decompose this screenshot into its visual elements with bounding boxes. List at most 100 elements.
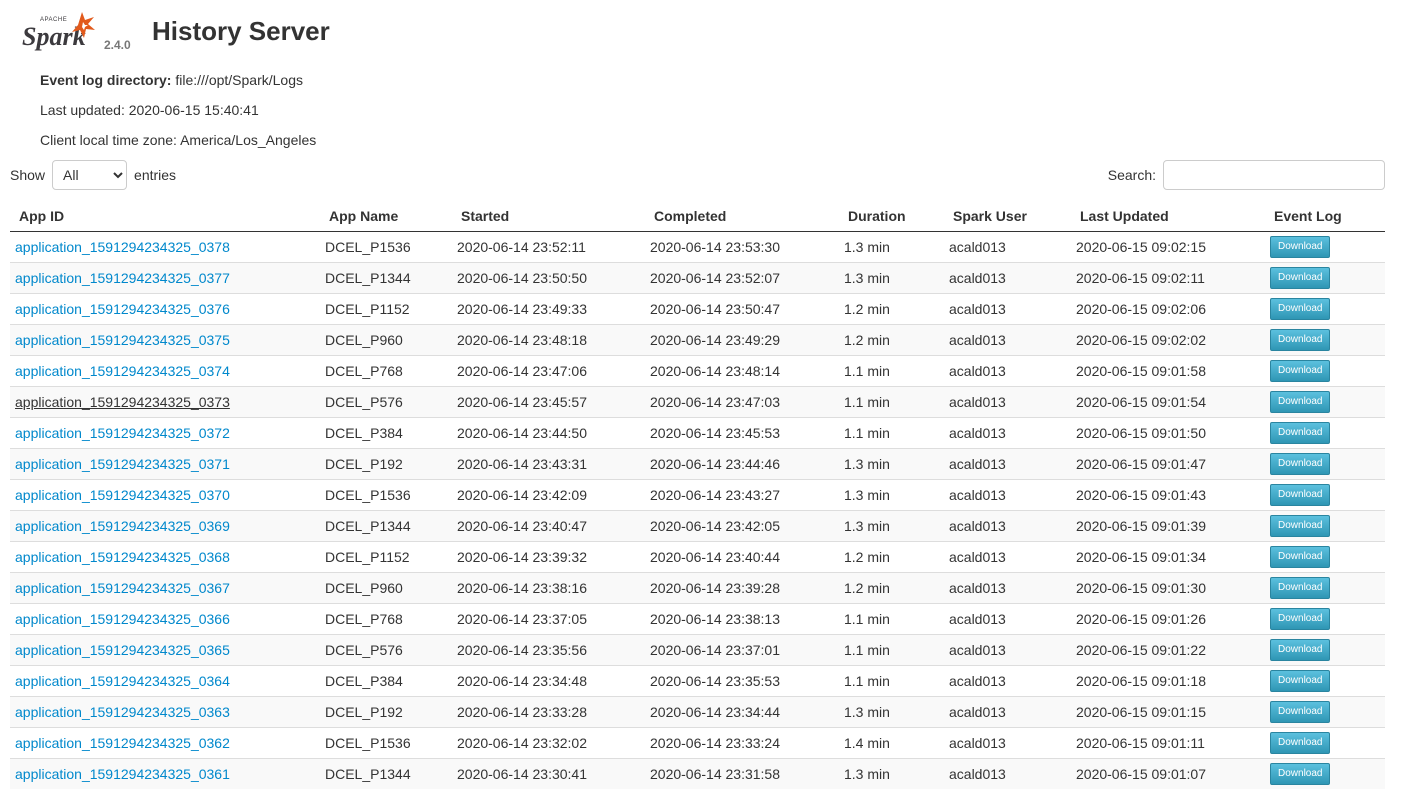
download-button[interactable]: Download [1270, 267, 1331, 289]
completed-time: 2020-06-14 23:38:13 [645, 603, 839, 635]
download-button[interactable]: Download [1270, 546, 1331, 568]
app-id-link[interactable]: application_1591294234325_0371 [15, 456, 230, 472]
search-input[interactable] [1163, 160, 1385, 190]
app-id-link[interactable]: application_1591294234325_0378 [15, 239, 230, 255]
app-id-link[interactable]: application_1591294234325_0373 [15, 394, 230, 410]
table-row: application_1591294234325_0372 DCEL_P384 2… [10, 417, 1385, 449]
column-last-updated[interactable]: Last Updated [1071, 201, 1265, 232]
download-button[interactable]: Download [1270, 422, 1331, 444]
app-id-link[interactable]: application_1591294234325_0368 [15, 549, 230, 565]
event-log-cell: Download [1265, 355, 1385, 387]
app-id-link[interactable]: application_1591294234325_0372 [15, 425, 230, 441]
app-id-link[interactable]: application_1591294234325_0375 [15, 332, 230, 348]
app-name: DCEL_P960 [320, 572, 452, 604]
column-app-id[interactable]: App ID [10, 201, 320, 232]
download-button[interactable]: Download [1270, 453, 1331, 475]
duration: 1.2 min [839, 541, 944, 573]
column-app-name[interactable]: App Name [320, 201, 452, 232]
app-id-link[interactable]: application_1591294234325_0366 [15, 611, 230, 627]
app-id-link[interactable]: application_1591294234325_0364 [15, 673, 230, 689]
app-id-link[interactable]: application_1591294234325_0377 [15, 270, 230, 286]
last-updated-time: 2020-06-15 09:01:34 [1071, 541, 1265, 573]
column-spark-user[interactable]: Spark User [944, 201, 1071, 232]
started-time: 2020-06-14 23:47:06 [452, 355, 645, 387]
table-row: application_1591294234325_0361 DCEL_P1344… [10, 758, 1385, 789]
app-id-link[interactable]: application_1591294234325_0374 [15, 363, 230, 379]
table-row: application_1591294234325_0375 DCEL_P960 2… [10, 324, 1385, 356]
completed-time: 2020-06-14 23:52:07 [645, 262, 839, 294]
event-log-cell: Download [1265, 603, 1385, 635]
duration: 1.1 min [839, 603, 944, 635]
download-button[interactable]: Download [1270, 298, 1331, 320]
column-started[interactable]: Started [452, 201, 645, 232]
app-id-cell: application_1591294234325_0361 [10, 758, 320, 789]
event-log-label: Event log directory: [40, 72, 172, 88]
app-name: DCEL_P384 [320, 417, 452, 449]
svg-text:Spark: Spark [22, 22, 86, 51]
started-time: 2020-06-14 23:32:02 [452, 727, 645, 759]
duration: 1.3 min [839, 696, 944, 728]
started-time: 2020-06-14 23:50:50 [452, 262, 645, 294]
download-button[interactable]: Download [1270, 608, 1331, 630]
download-button[interactable]: Download [1270, 360, 1331, 382]
duration: 1.2 min [839, 572, 944, 604]
app-id-link[interactable]: application_1591294234325_0376 [15, 301, 230, 317]
app-id-link[interactable]: application_1591294234325_0363 [15, 704, 230, 720]
column-event-log[interactable]: Event Log [1265, 201, 1385, 232]
download-button[interactable]: Download [1270, 732, 1331, 754]
download-button[interactable]: Download [1270, 577, 1331, 599]
last-updated-time: 2020-06-15 09:01:43 [1071, 479, 1265, 511]
app-id-link[interactable]: application_1591294234325_0365 [15, 642, 230, 658]
download-button[interactable]: Download [1270, 763, 1331, 785]
completed-time: 2020-06-14 23:47:03 [645, 386, 839, 418]
event-log-cell: Download [1265, 386, 1385, 418]
entries-select[interactable]: All [52, 160, 128, 190]
download-button[interactable]: Download [1270, 391, 1331, 413]
download-button[interactable]: Download [1270, 484, 1331, 506]
duration: 1.3 min [839, 758, 944, 789]
app-id-link[interactable]: application_1591294234325_0361 [15, 766, 230, 782]
last-updated-time: 2020-06-15 09:02:11 [1071, 262, 1265, 294]
completed-time: 2020-06-14 23:48:14 [645, 355, 839, 387]
last-updated-time: 2020-06-15 09:01:22 [1071, 634, 1265, 666]
app-id-cell: application_1591294234325_0364 [10, 665, 320, 697]
download-button[interactable]: Download [1270, 670, 1331, 692]
column-duration[interactable]: Duration [839, 201, 944, 232]
event-log-cell: Download [1265, 479, 1385, 511]
app-name: DCEL_P1344 [320, 510, 452, 542]
started-time: 2020-06-14 23:34:48 [452, 665, 645, 697]
app-id-link[interactable]: application_1591294234325_0370 [15, 487, 230, 503]
spark-user: acald013 [944, 572, 1071, 604]
download-button[interactable]: Download [1270, 329, 1331, 351]
spark-user: acald013 [944, 634, 1071, 666]
app-id-link[interactable]: application_1591294234325_0362 [15, 735, 230, 751]
column-completed[interactable]: Completed [645, 201, 839, 232]
download-button[interactable]: Download [1270, 236, 1331, 258]
app-id-cell: application_1591294234325_0375 [10, 324, 320, 356]
duration: 1.1 min [839, 386, 944, 418]
app-id-link[interactable]: application_1591294234325_0367 [15, 580, 230, 596]
download-button[interactable]: Download [1270, 701, 1331, 723]
event-log-cell: Download [1265, 758, 1385, 789]
event-log-cell: Download [1265, 696, 1385, 728]
download-button[interactable]: Download [1270, 639, 1331, 661]
completed-time: 2020-06-14 23:34:44 [645, 696, 839, 728]
completed-time: 2020-06-14 23:42:05 [645, 510, 839, 542]
app-id-link[interactable]: application_1591294234325_0369 [15, 518, 230, 534]
table-row: application_1591294234325_0364 DCEL_P384 2… [10, 665, 1385, 697]
download-button[interactable]: Download [1270, 515, 1331, 537]
last-updated-time: 2020-06-15 09:01:18 [1071, 665, 1265, 697]
started-time: 2020-06-14 23:43:31 [452, 448, 645, 480]
app-id-cell: application_1591294234325_0370 [10, 479, 320, 511]
event-log-cell: Download [1265, 293, 1385, 325]
started-time: 2020-06-14 23:33:28 [452, 696, 645, 728]
event-log-cell: Download [1265, 417, 1385, 449]
event-log-cell: Download [1265, 232, 1385, 263]
search-label: Search: [1107, 167, 1156, 183]
client-time-zone: Client local time zone: America/Los_Ange… [40, 132, 317, 148]
last-updated-time: 2020-06-15 09:01:07 [1071, 758, 1265, 789]
spark-logo[interactable]: APACHE Spark [20, 10, 100, 54]
spark-user: acald013 [944, 417, 1071, 449]
app-id-cell: application_1591294234325_0365 [10, 634, 320, 666]
completed-time: 2020-06-14 23:53:30 [650, 239, 780, 255]
